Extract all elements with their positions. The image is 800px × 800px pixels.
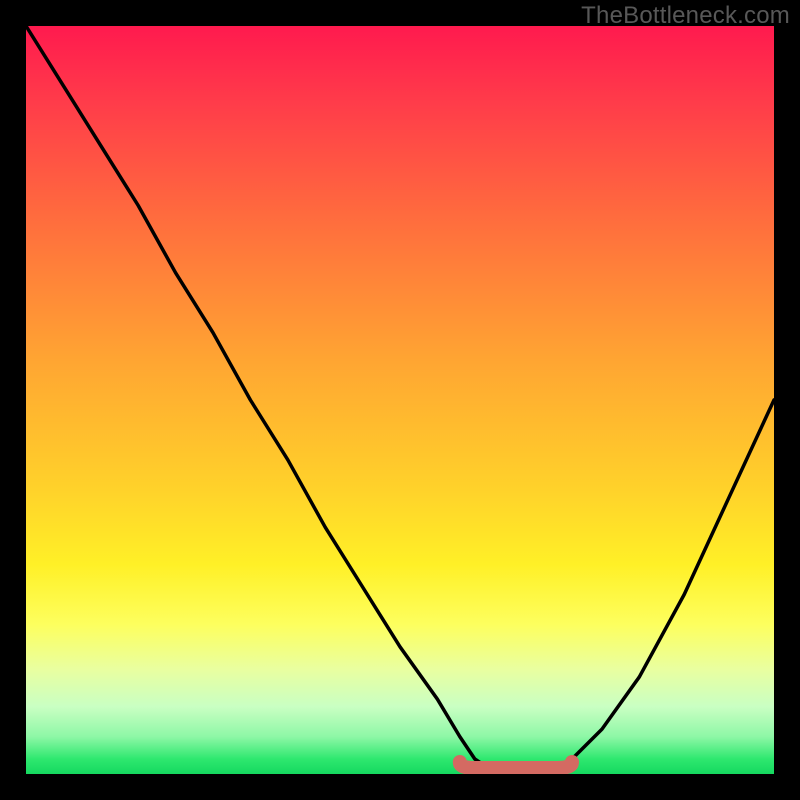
- chart-optimal-zone-marker: [460, 762, 572, 768]
- chart-curve-layer: [26, 26, 774, 774]
- chart-svg: [26, 26, 774, 774]
- chart-plot-area: [26, 26, 774, 774]
- watermark-text: TheBottleneck.com: [581, 2, 790, 30]
- chart-series-line: [26, 26, 774, 774]
- chart-frame: TheBottleneck.com: [0, 0, 800, 800]
